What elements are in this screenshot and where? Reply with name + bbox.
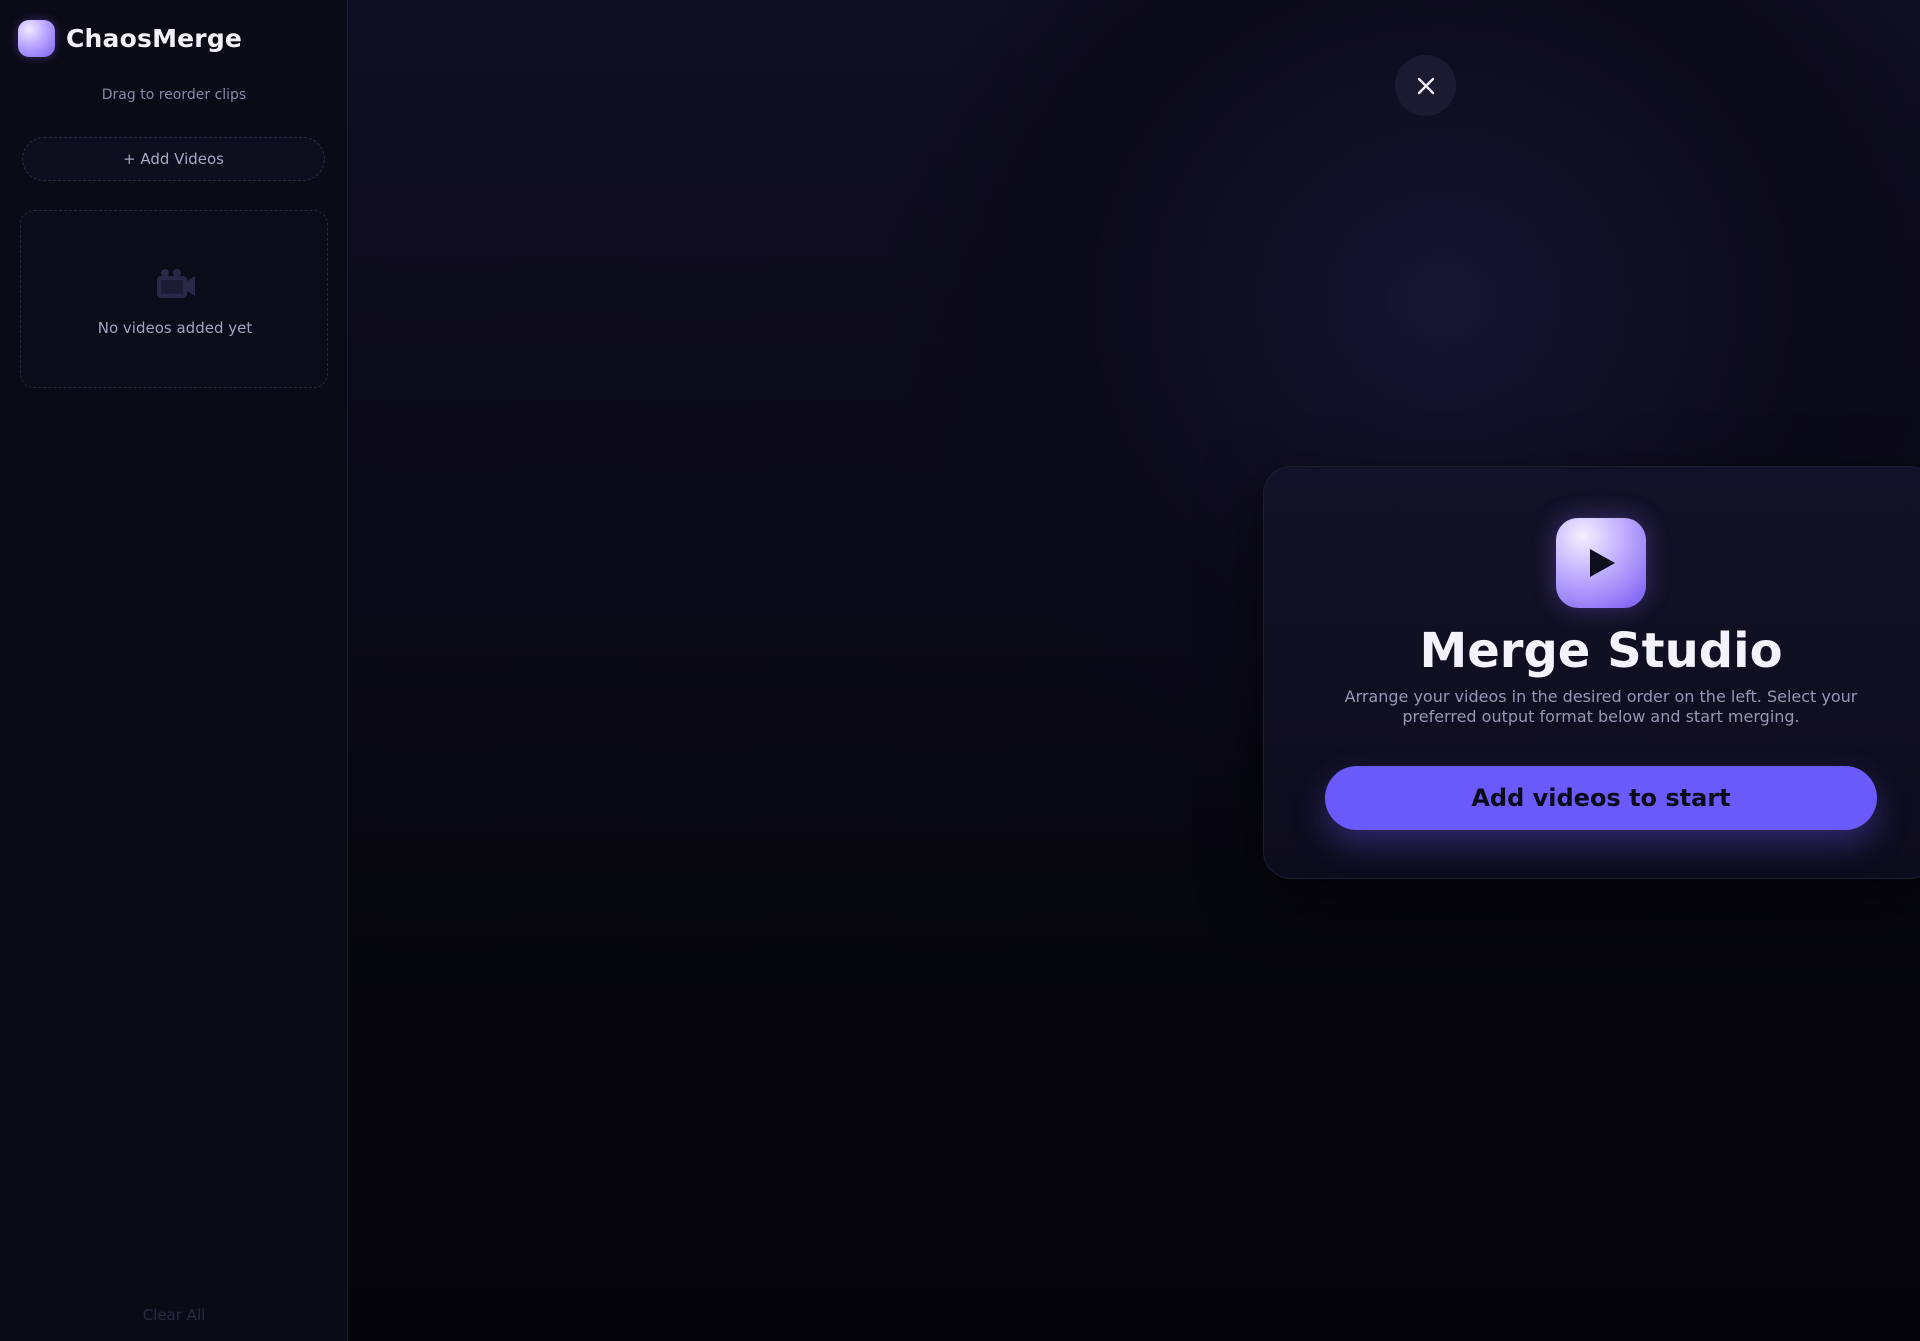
reorder-hint: Drag to reorder clips xyxy=(101,87,247,103)
brand-name: ChaosMerge xyxy=(66,24,243,53)
brand: ChaosMerge xyxy=(18,20,242,57)
video-camera-icon xyxy=(157,269,195,298)
card-title: Merge Studio xyxy=(1419,623,1783,679)
play-app-icon xyxy=(1556,518,1646,608)
main-area: Merge Studio Arrange your videos in the … xyxy=(348,0,1920,1341)
close-icon xyxy=(1417,77,1434,94)
brand-logo xyxy=(18,20,55,57)
play-icon xyxy=(1590,549,1615,577)
close-button[interactable] xyxy=(1395,55,1456,116)
clip-list-empty-state[interactable]: No videos added yet xyxy=(20,210,328,388)
sidebar: ChaosMerge Drag to reorder clips + Add V… xyxy=(0,0,348,1341)
add-videos-to-start-button[interactable]: Add videos to start xyxy=(1325,766,1877,830)
add-videos-button[interactable]: + Add Videos xyxy=(22,137,325,181)
card-description: Arrange your videos in the desired order… xyxy=(1344,687,1858,726)
merge-studio-card: Merge Studio Arrange your videos in the … xyxy=(1263,466,1920,879)
clear-all-button[interactable]: Clear All xyxy=(0,1306,348,1324)
app-window: ChaosMerge Drag to reorder clips + Add V… xyxy=(0,0,1920,1341)
empty-state-text: No videos added yet xyxy=(97,319,253,337)
